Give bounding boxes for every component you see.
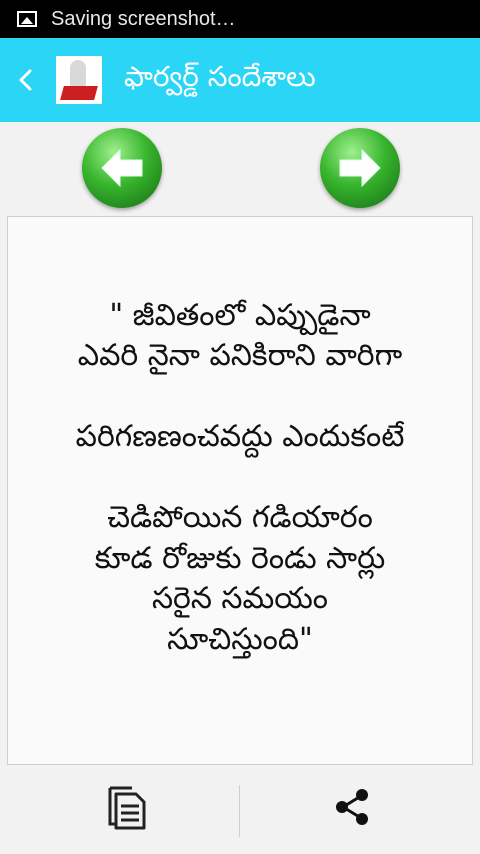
next-button[interactable] bbox=[320, 128, 400, 208]
arrow-left-icon bbox=[101, 148, 143, 188]
message-text: " జీవితంలో ఎప్పుడైనా ఎవరి నైనా పనికిరాని… bbox=[75, 297, 405, 657]
app-logo bbox=[56, 56, 102, 104]
image-icon bbox=[17, 11, 37, 27]
back-button[interactable] bbox=[14, 68, 38, 92]
message-card: " జీవితంలో ఎప్పుడైనా ఎవరి నైనా పనికిరాని… bbox=[7, 216, 473, 765]
copy-button[interactable] bbox=[98, 777, 158, 837]
status-bar: Saving screenshot… bbox=[0, 0, 480, 38]
copy-icon bbox=[108, 786, 146, 830]
arrow-right-icon bbox=[339, 148, 381, 188]
navigation-bar bbox=[0, 122, 480, 216]
previous-button[interactable] bbox=[82, 128, 162, 208]
share-icon bbox=[336, 789, 368, 825]
app-bar: ఫార్వర్డ్ సందేశాలు bbox=[0, 38, 480, 122]
share-button[interactable] bbox=[323, 777, 383, 837]
divider bbox=[239, 785, 240, 837]
chevron-left-icon bbox=[19, 69, 32, 91]
page-title: ఫార్వర్డ్ సందేశాలు bbox=[124, 60, 316, 93]
status-text: Saving screenshot… bbox=[51, 7, 236, 30]
bottom-bar bbox=[0, 765, 480, 854]
